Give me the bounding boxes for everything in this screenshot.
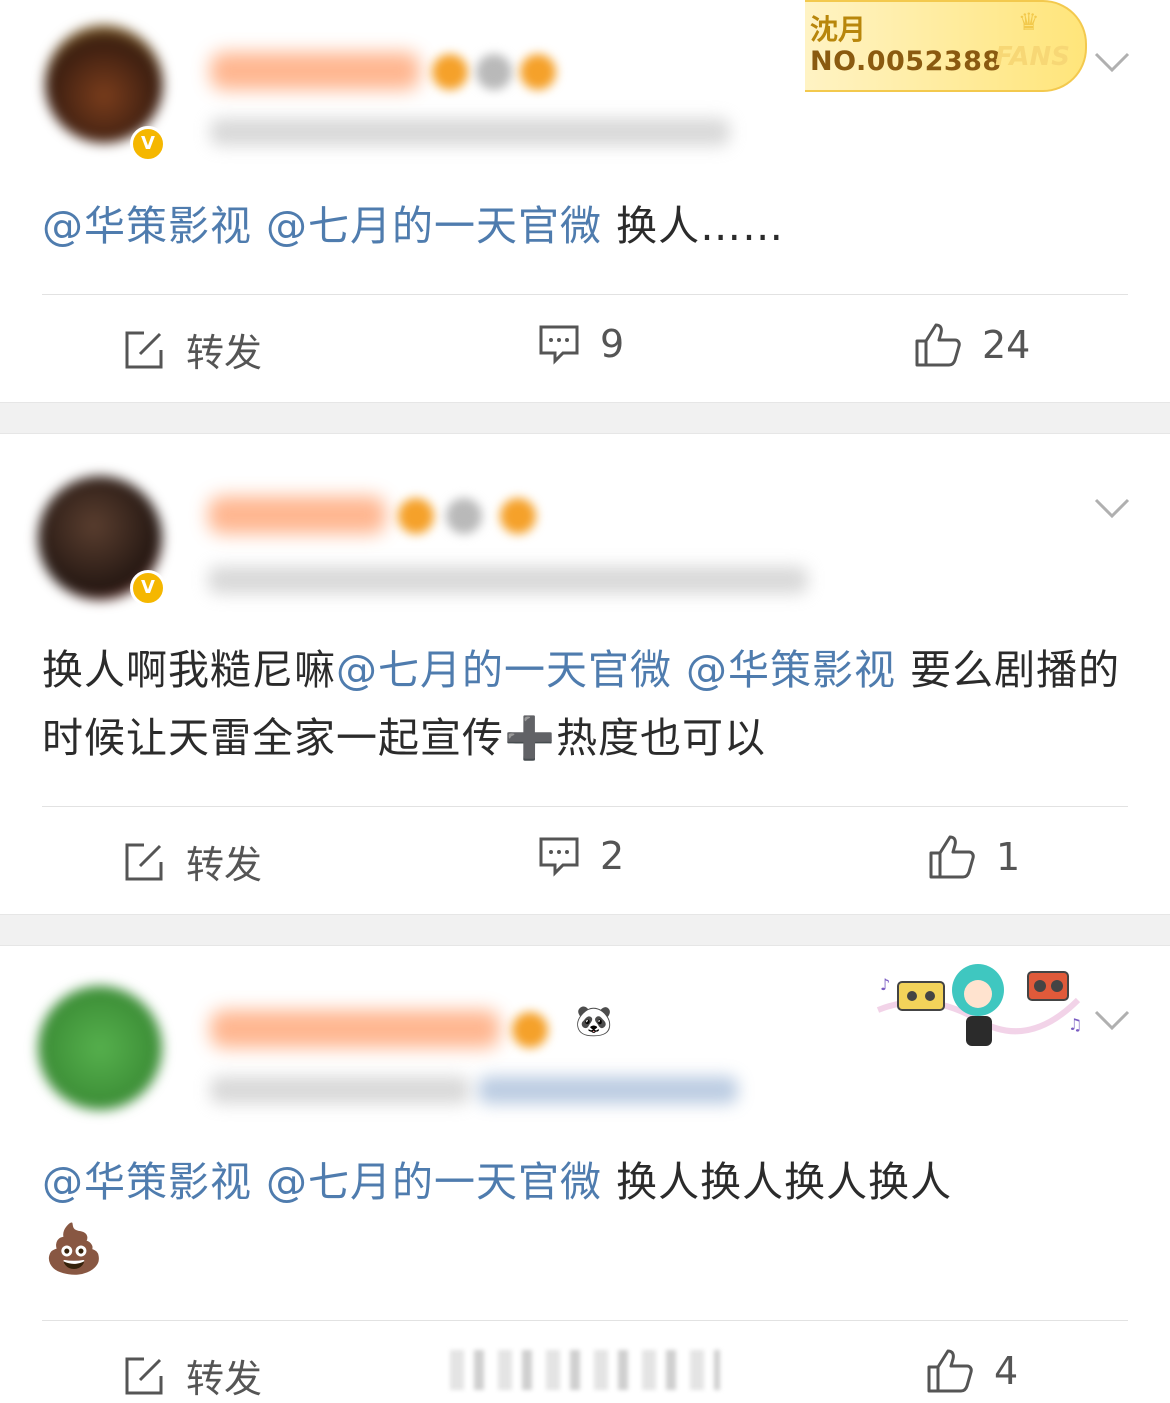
comment-count: 2 [600,834,625,878]
mention-link[interactable]: @华策影视 [686,646,896,694]
mention-link[interactable]: @华策影视 [42,202,252,250]
svg-text:♫: ♫ [1068,1015,1082,1034]
like-button[interactable]: 24 [914,322,1030,368]
comment-text-segment: 热度也可以 [556,714,767,762]
comment-button[interactable]: 9 [538,322,624,366]
username-blurred[interactable] [210,52,420,90]
comment-button[interactable]: 2 [538,834,624,878]
comment-text-segment [672,646,686,694]
comment-text-segment: 换人换人换人换人 [602,1158,953,1206]
repost-label: 转发 [186,331,263,375]
repost-button[interactable]: 转发 [122,834,262,889]
mention-link[interactable]: @七月的一天官微 [336,646,672,694]
chevron-down-icon[interactable] [1092,1008,1132,1032]
verified-v-icon: V [130,570,166,606]
repost-button[interactable]: 转发 [122,1348,262,1403]
thumbs-up-icon [929,835,975,879]
comment-card-2: V 换人啊我糙尼嘛@七月的一天官微 @华策影视 要么剧播的时候让天雷全家一起宣传… [0,434,1170,914]
fans-badge-word: FANS [995,42,1071,72]
verified-v-icon: V [130,126,166,162]
repost-label: 转发 [186,1357,263,1401]
repost-label: 转发 [186,843,263,887]
level-badge-blurred [398,498,434,534]
username-blurred[interactable] [210,1010,500,1048]
divider [42,294,1128,295]
like-count: 24 [982,323,1031,367]
like-count: 1 [996,835,1021,879]
card-separator [0,914,1170,946]
edit-square-icon [125,1357,163,1394]
username-blurred[interactable] [208,496,386,534]
fans-badge-name: 沈月 [810,13,867,46]
fans-level-blurred [500,498,536,534]
comment-text: @华策影视 @七月的一天官微 换人换人换人换人 [42,1148,1132,1216]
thumbs-up-icon [915,323,961,367]
divider [42,806,1128,807]
mention-link[interactable]: @华策影视 [42,1158,252,1206]
avatar[interactable] [38,986,162,1110]
thumbs-up-icon [927,1349,973,1393]
location-link-blurred [478,1076,738,1104]
plus-emoji-icon: ➕ [504,714,557,762]
chevron-down-icon[interactable] [1092,496,1132,520]
vip-badge-blurred [476,54,512,90]
repost-button[interactable]: 转发 [122,322,262,377]
edit-square-icon [125,843,163,880]
comment-text-segment: 换人…… [602,202,785,250]
comment-bubble-icon [539,325,579,365]
divider [42,1320,1128,1321]
like-button[interactable]: 1 [928,834,1020,880]
mention-link[interactable]: @七月的一天官微 [266,202,602,250]
meta-blurred [208,566,808,594]
meta-blurred [210,118,730,146]
comment-card-1: V 沈月 NO.0052388 FANS ♛ @华策影视 @七月的一天官微 换人… [0,0,1170,402]
card-separator [0,402,1170,434]
comment-bubble-icon [539,837,579,877]
like-count: 4 [994,1349,1019,1393]
comment-text-segment [252,1158,266,1206]
crown-icon: ♛ [1018,8,1040,36]
fans-badge-number: NO.0052388 [810,46,1002,77]
vip-badge-blurred [446,498,482,534]
comment-count-blurred [450,1350,720,1390]
comment-text-segment: 换人啊我糙尼嘛 [42,646,336,694]
mention-link[interactable]: @七月的一天官微 [266,1158,602,1206]
edit-square-icon [125,331,163,368]
meta-blurred [210,1076,470,1104]
chevron-down-icon[interactable] [1092,50,1132,74]
comment-text: 换人啊我糙尼嘛@七月的一天官微 @华策影视 要么剧播的时候让天雷全家一起宣传➕热… [42,636,1132,772]
comment-text: @华策影视 @七月的一天官微 换人…… [42,192,1132,260]
poop-emoji-icon: 💩 [44,1221,104,1277]
like-button[interactable]: 4 [926,1348,1018,1394]
level-badge-blurred [512,1012,548,1048]
svg-text:♪: ♪ [880,975,890,994]
music-sticker-icon: ♪ ♫ [876,964,1082,1046]
panda-icon: 🐼 [575,1004,613,1039]
level-badge-blurred [432,54,468,90]
fans-level-blurred [520,54,556,90]
comment-count: 9 [600,322,625,366]
comment-text-segment [252,202,266,250]
